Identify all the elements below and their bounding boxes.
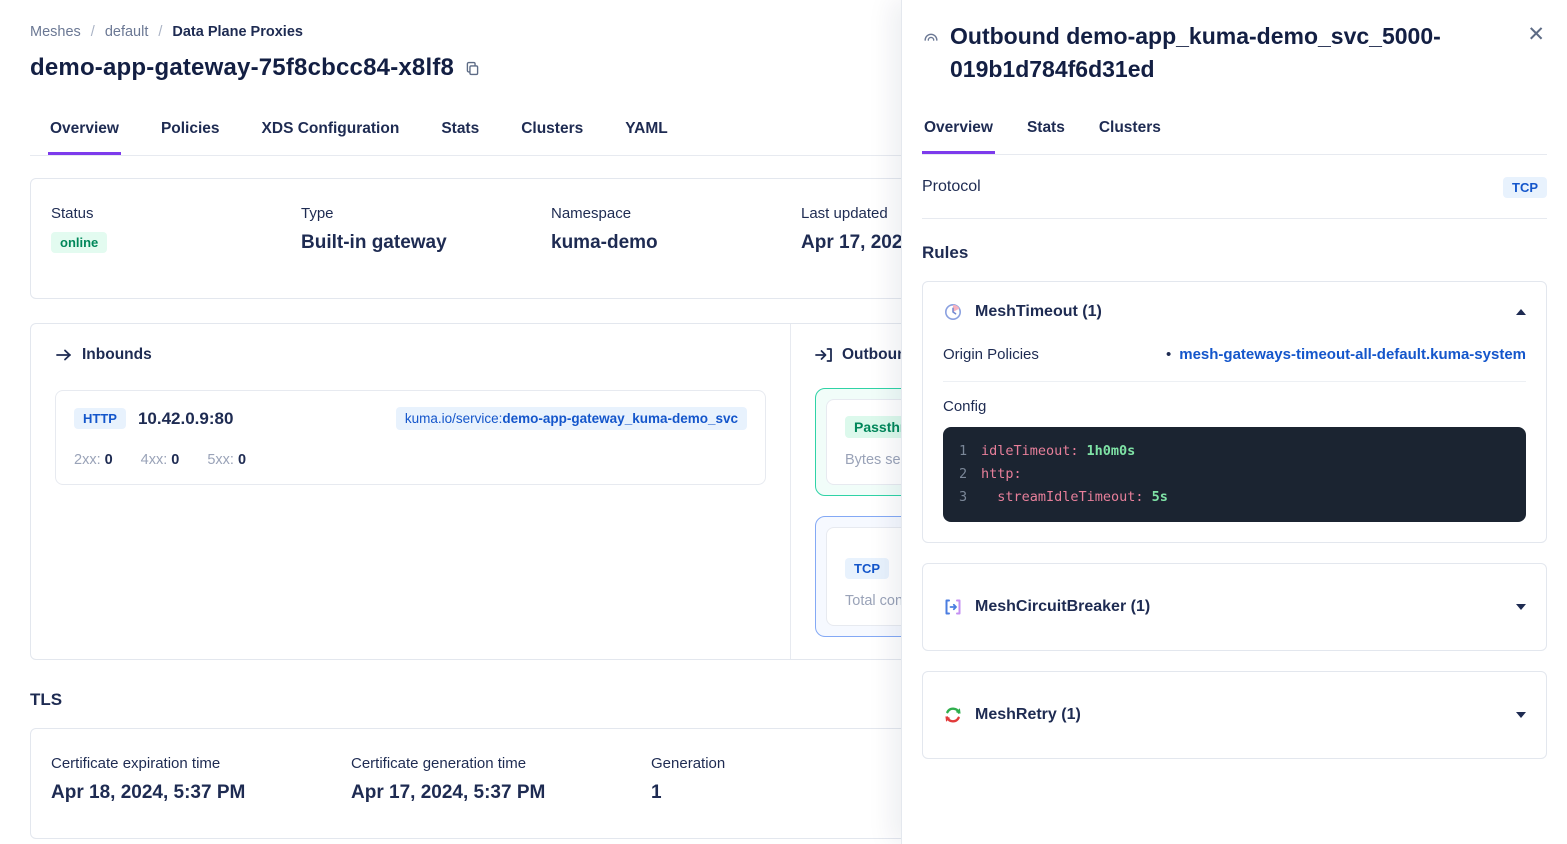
origin-policies-label: Origin Policies bbox=[943, 346, 1039, 363]
outbound-detail-drawer: Outbound demo-app_kuma-demo_svc_5000-019… bbox=[901, 0, 1567, 844]
rule-card-mesh-timeout: MeshTimeout (1) Origin Policies • mesh-g… bbox=[922, 281, 1547, 543]
type-value: Built-in gateway bbox=[301, 232, 551, 254]
rule-name-mesh-circuit-breaker: MeshCircuitBreaker (1) bbox=[975, 598, 1150, 616]
namespace-label: Namespace bbox=[551, 205, 801, 222]
breadcrumb-separator: / bbox=[158, 24, 162, 40]
status-badge: online bbox=[51, 232, 107, 253]
connection-icon bbox=[922, 28, 940, 46]
service-tag-value: demo-app-gateway_kuma-demo_svc bbox=[502, 411, 738, 426]
rule-card-mesh-circuit-breaker[interactable]: MeshCircuitBreaker (1) bbox=[922, 563, 1547, 651]
namespace-value: kuma-demo bbox=[551, 232, 801, 254]
inbounds-heading: Inbounds bbox=[82, 346, 152, 364]
code-line: 1 idleTimeout: 1h0m0s bbox=[943, 440, 1526, 463]
origin-policy-link[interactable]: mesh-gateways-timeout-all-default.kuma-s… bbox=[1179, 346, 1526, 363]
breadcrumb-data-plane-proxies[interactable]: Data Plane Proxies bbox=[172, 24, 303, 40]
clock-icon bbox=[943, 302, 963, 322]
cert-expiration-label: Certificate expiration time bbox=[51, 755, 351, 772]
config-label: Config bbox=[943, 398, 1526, 415]
protocol-badge: TCP bbox=[1503, 177, 1547, 198]
protocol-row: Protocol TCP bbox=[922, 155, 1547, 219]
type-label: Type bbox=[301, 205, 551, 222]
status-label: Status bbox=[51, 205, 301, 222]
rule-name-mesh-timeout: MeshTimeout (1) bbox=[975, 303, 1102, 321]
close-icon[interactable]: ✕ bbox=[1525, 20, 1547, 49]
stat-2xx: 2xx:0 bbox=[74, 452, 113, 468]
service-tag-key: kuma.io/service: bbox=[405, 411, 503, 426]
breadcrumb-meshes[interactable]: Meshes bbox=[30, 24, 81, 40]
cert-expiration-value: Apr 18, 2024, 5:37 PM bbox=[51, 782, 351, 804]
tab-clusters[interactable]: Clusters bbox=[519, 112, 585, 155]
breadcrumb-separator: / bbox=[91, 24, 95, 40]
page-title: demo-app-gateway-75f8cbcc84-x8lf8 bbox=[30, 54, 454, 82]
tab-overview[interactable]: Overview bbox=[48, 112, 121, 155]
code-line: 3 streamIdleTimeout: 5s bbox=[943, 486, 1526, 509]
rules-heading: Rules bbox=[922, 243, 1547, 263]
copy-icon bbox=[464, 60, 481, 77]
circuit-breaker-icon bbox=[943, 597, 963, 617]
protocol-label: Protocol bbox=[922, 178, 981, 196]
retry-arrows-icon bbox=[943, 705, 963, 725]
code-line: 2 http: bbox=[943, 463, 1526, 486]
cert-generation-time-label: Certificate generation time bbox=[351, 755, 651, 772]
inbound-protocol-badge: HTTP bbox=[74, 408, 126, 429]
inbounds-section: Inbounds HTTP 10.42.0.9:80 kuma.io/servi… bbox=[31, 324, 791, 659]
config-code-block[interactable]: 1 idleTimeout: 1h0m0s 2 http: 3 streamId… bbox=[943, 427, 1526, 522]
drawer-tab-overview[interactable]: Overview bbox=[922, 111, 995, 154]
bullet: • bbox=[1166, 346, 1171, 363]
inbound-address: 10.42.0.9:80 bbox=[138, 409, 233, 429]
inbound-item[interactable]: HTTP 10.42.0.9:80 kuma.io/service:demo-a… bbox=[55, 390, 766, 485]
collapse-caret-icon[interactable] bbox=[1516, 309, 1526, 315]
expand-caret-icon[interactable] bbox=[1516, 712, 1526, 718]
rule-card-mesh-retry[interactable]: MeshRetry (1) bbox=[922, 671, 1547, 759]
stat-5xx: 5xx:0 bbox=[207, 452, 246, 468]
drawer-tab-stats[interactable]: Stats bbox=[1025, 111, 1067, 154]
arrow-into-bracket-icon bbox=[815, 347, 833, 363]
drawer-title: Outbound demo-app_kuma-demo_svc_5000-019… bbox=[950, 20, 1515, 87]
rule-name-mesh-retry: MeshRetry (1) bbox=[975, 706, 1081, 724]
drawer-tab-clusters[interactable]: Clusters bbox=[1097, 111, 1163, 154]
arrow-right-icon bbox=[55, 347, 73, 363]
stat-4xx: 4xx:0 bbox=[141, 452, 180, 468]
expand-caret-icon[interactable] bbox=[1516, 604, 1526, 610]
inbound-traffic-stats: 2xx:0 4xx:0 5xx:0 bbox=[74, 452, 747, 468]
drawer-tab-bar: Overview Stats Clusters bbox=[922, 111, 1547, 155]
tab-yaml[interactable]: YAML bbox=[623, 112, 670, 155]
tab-xds-configuration[interactable]: XDS Configuration bbox=[260, 112, 402, 155]
tab-stats[interactable]: Stats bbox=[439, 112, 481, 155]
tab-policies[interactable]: Policies bbox=[159, 112, 222, 155]
origin-policies-row: Origin Policies • mesh-gateways-timeout-… bbox=[943, 346, 1526, 382]
outbound-protocol-badge: TCP bbox=[845, 558, 889, 579]
breadcrumb-default[interactable]: default bbox=[105, 24, 149, 40]
cert-generation-time-value: Apr 17, 2024, 5:37 PM bbox=[351, 782, 651, 804]
copy-button[interactable] bbox=[464, 60, 481, 77]
service-tag-chip[interactable]: kuma.io/service:demo-app-gateway_kuma-de… bbox=[396, 407, 747, 430]
